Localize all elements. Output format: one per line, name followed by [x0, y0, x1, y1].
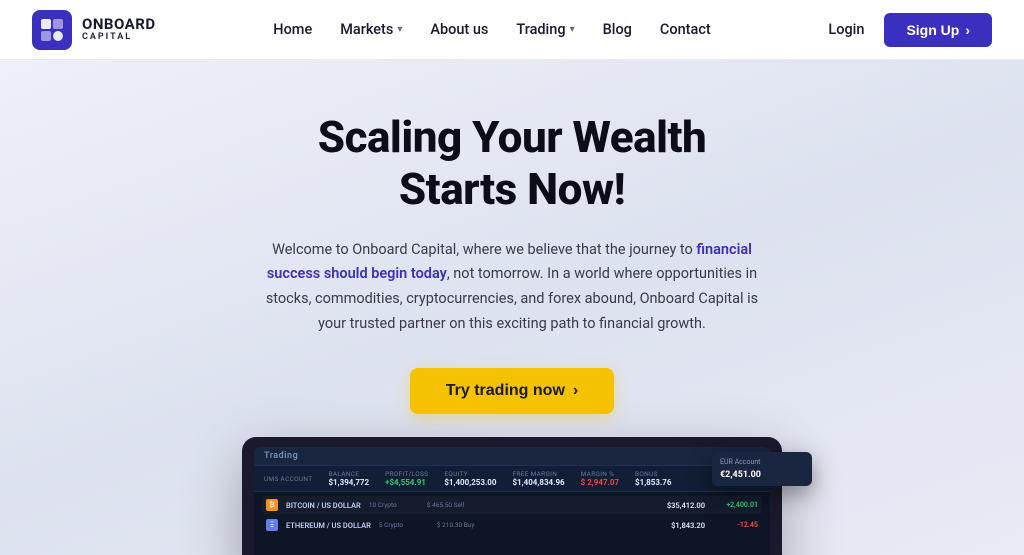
row-asset-name: BITCOIN / US DOLLAR	[286, 501, 361, 510]
nav-contact[interactable]: Contact	[660, 21, 711, 38]
eth-icon: Ξ	[266, 519, 278, 531]
row-change: -12.45	[713, 521, 758, 529]
trading-stats-row: UMS Account Balance $1,394,772 Profit/Lo…	[254, 466, 770, 492]
trading-header: Trading	[254, 447, 770, 466]
hero-content: Scaling Your Wealth Starts Now! Welcome …	[252, 112, 772, 414]
laptop-mockup: Trading UMS Account Balance $1,394,772 P…	[242, 437, 782, 555]
stat-account: UMS Account	[264, 475, 312, 483]
hero-desc-before: Welcome to Onboard Capital, where we bel…	[272, 241, 696, 258]
nav-about[interactable]: About us	[430, 21, 488, 38]
logo-text: ONBOARD CAPITAL	[82, 16, 156, 42]
btc-icon: ₿	[266, 499, 278, 511]
login-button[interactable]: Login	[828, 21, 864, 38]
laptop-body: Trading UMS Account Balance $1,394,772 P…	[242, 437, 782, 555]
stat-equity: Equity $1,400,253.00	[444, 470, 496, 487]
main-nav: Home Markets ▾ About us Trading ▾ Blog C…	[273, 21, 710, 38]
stat-free-margin: Free Margin $1,404,834.96	[512, 470, 564, 487]
right-panel: EUR Account €2,451.00	[712, 452, 812, 486]
row-price: $35,412.00	[667, 501, 705, 510]
logo-icon	[32, 10, 72, 50]
row-extra: $ 210.30 Buy	[437, 521, 487, 529]
stat-balance: Balance $1,394,772	[328, 470, 369, 487]
nav-trading[interactable]: Trading ▾	[516, 21, 574, 38]
nav-blog[interactable]: Blog	[603, 21, 632, 38]
nav-home[interactable]: Home	[273, 21, 312, 38]
row-change: +2,400.01	[713, 501, 758, 509]
stat-bonus: Bonus $1,853.76	[635, 470, 671, 487]
row-extra: $ 465.50 Sell	[427, 501, 477, 509]
panel-label: EUR Account	[720, 458, 804, 466]
signup-arrow-icon: ›	[965, 22, 970, 38]
trading-rows: ₿ BITCOIN / US DOLLAR 10 Crypto $ 465.50…	[254, 492, 770, 555]
laptop-screen: Trading UMS Account Balance $1,394,772 P…	[254, 447, 770, 555]
nav-markets[interactable]: Markets ▾	[340, 21, 402, 38]
stat-profit: Profit/Loss +$4,554.91	[385, 470, 428, 487]
signup-label: Sign Up	[906, 22, 959, 38]
table-row: ₿ BITCOIN / US DOLLAR 10 Crypto $ 465.50…	[262, 496, 762, 514]
markets-chevron-icon: ▾	[397, 24, 402, 35]
row-sub: 5 Crypto	[379, 521, 429, 529]
row-asset-name: ETHEREUM / US DOLLAR	[286, 521, 371, 530]
hero-title: Scaling Your Wealth Starts Now!	[252, 112, 772, 216]
row-sub: 10 Crypto	[369, 501, 419, 509]
trading-ui: Trading UMS Account Balance $1,394,772 P…	[254, 447, 770, 555]
logo-area[interactable]: ONBOARD CAPITAL	[32, 10, 156, 50]
cta-label: Try trading now	[446, 382, 565, 400]
stat-margin: Margin % $ 2,947.07	[581, 470, 619, 487]
panel-value: €2,451.00	[720, 470, 804, 480]
logo-brand-name: ONBOARD	[82, 16, 156, 33]
cta-button[interactable]: Try trading now ›	[410, 368, 614, 414]
site-header: ONBOARD CAPITAL Home Markets ▾ About us …	[0, 0, 1024, 60]
cta-arrow-icon: ›	[573, 382, 578, 400]
table-row: Ξ ETHEREUM / US DOLLAR 5 Crypto $ 210.30…	[262, 516, 762, 534]
logo-tagline: CAPITAL	[82, 33, 156, 43]
row-price: $1,843.20	[671, 521, 705, 530]
hero-description: Welcome to Onboard Capital, where we bel…	[252, 238, 772, 337]
signup-button[interactable]: Sign Up ›	[884, 13, 992, 47]
trading-chevron-icon: ▾	[570, 24, 575, 35]
header-actions: Login Sign Up ›	[828, 13, 992, 47]
hero-section: Scaling Your Wealth Starts Now! Welcome …	[0, 60, 1024, 555]
